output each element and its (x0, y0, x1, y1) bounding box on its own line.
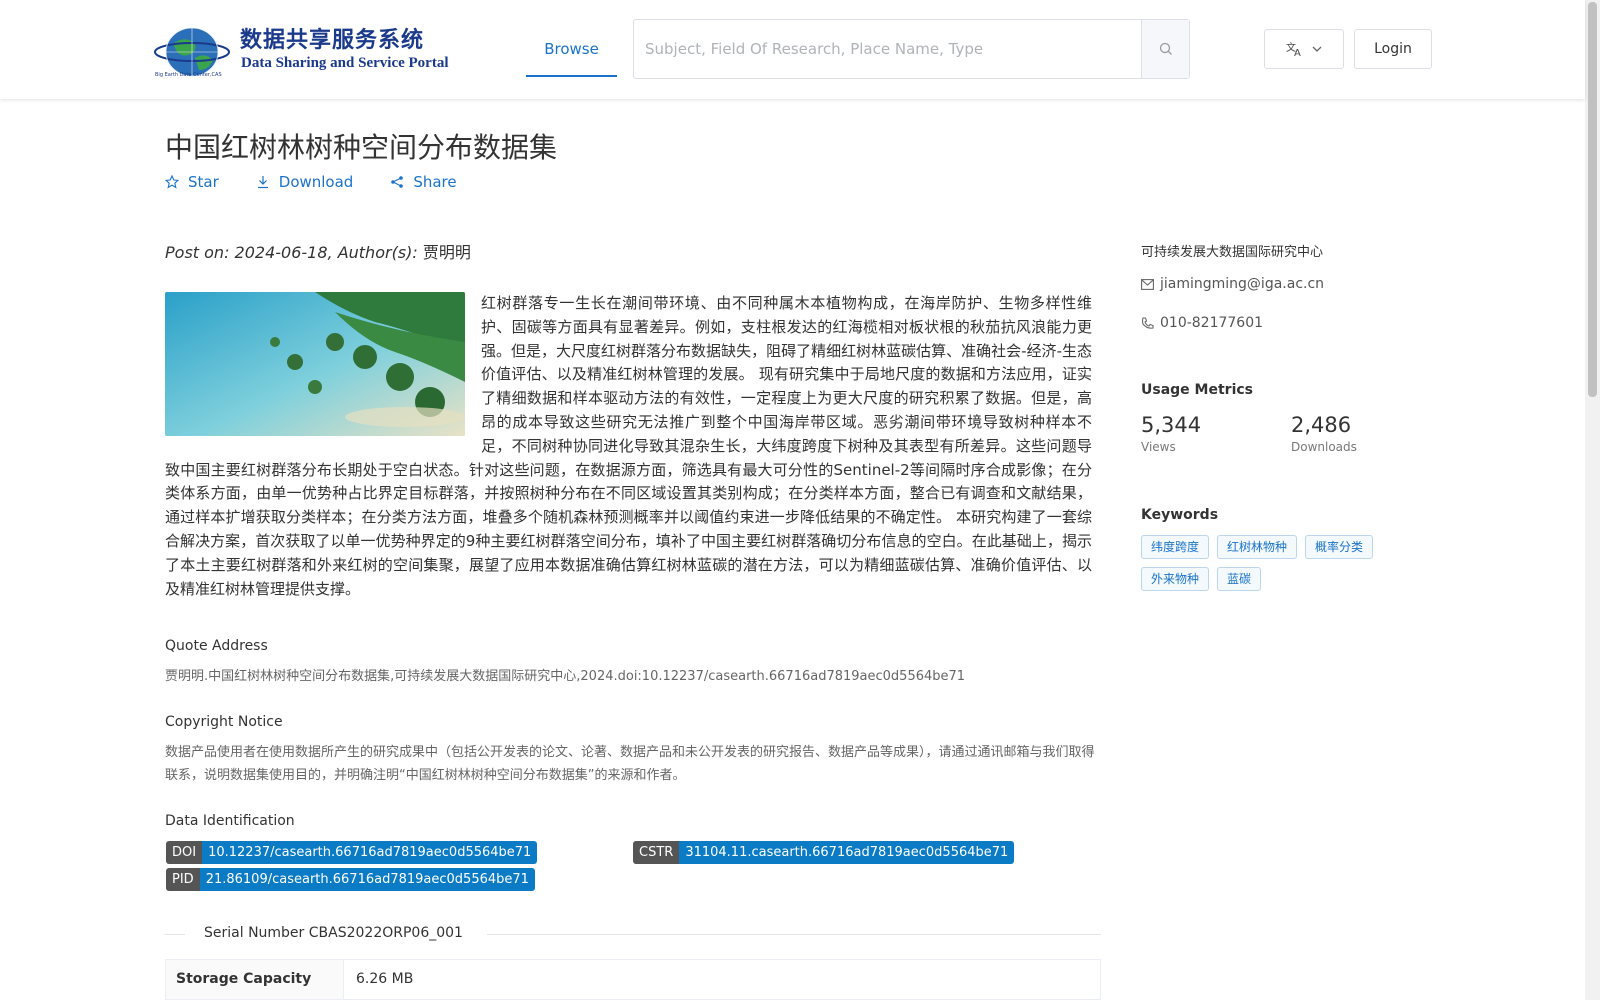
post-info: Post on: 2024-06-18, Author(s): 贾明明 (165, 239, 471, 263)
star-icon (165, 175, 179, 189)
keyword-tag[interactable]: 蓝碳 (1217, 567, 1262, 591)
translate-icon: 文 A (1286, 41, 1301, 57)
download-icon (257, 176, 268, 189)
cstr-key: CSTR (633, 841, 680, 864)
email-text: jiamingming@iga.ac.cn (1160, 276, 1325, 292)
quote-heading: Quote Address (165, 638, 268, 654)
share-label: Share (413, 173, 457, 191)
dataset-actions: Star Download Share (165, 173, 494, 191)
phone-text: 010-82177601 (1160, 315, 1264, 331)
search-input[interactable] (634, 20, 1141, 78)
keyword-tag[interactable]: 纬度跨度 (1141, 535, 1210, 559)
keyword-tag[interactable]: 外来物种 (1141, 567, 1210, 591)
download-label: Download (278, 173, 354, 191)
keyword-tag[interactable]: 红树林物种 (1217, 535, 1298, 559)
top-header: 数据共享服务系统 Data Sharing and Service Portal… (0, 0, 1585, 99)
mail-icon (1141, 278, 1154, 290)
dataset-abstract: 红树群落专一生长在潮间带环境、由不同种属木本植物构成，在海岸防护、生物多样性维护… (165, 292, 1092, 601)
views-label: Views (1141, 440, 1176, 454)
usage-metrics-heading: Usage Metrics (1141, 382, 1253, 398)
storage-row: Storage Capacity 6.26 MB (165, 959, 1101, 1000)
downloads-count: 2,486 (1291, 413, 1352, 437)
serial-divider: Serial Number CBAS2022ORP06_001 (165, 924, 1101, 944)
portal-logo[interactable]: 数据共享服务系统 Data Sharing and Service Portal… (153, 20, 449, 80)
storage-value: 6.26 MB (356, 971, 414, 987)
downloads-label: Downloads (1291, 440, 1357, 454)
svg-text:A: A (1294, 48, 1301, 57)
author-name: 贾明明 (422, 243, 471, 262)
contact-email[interactable]: jiamingming@iga.ac.cn (1141, 276, 1324, 292)
pid-key: PID (166, 868, 200, 891)
views-count: 5,344 (1141, 413, 1202, 437)
chevron-down-icon (1312, 46, 1322, 52)
cstr-value: 31104.11.casearth.66716ad7819aec0d5564be… (679, 841, 1015, 864)
doi-badge[interactable]: DOI 10.12237/casearth.66716ad7819aec0d55… (166, 841, 538, 864)
copyright-heading: Copyright Notice (165, 714, 283, 730)
keyword-tag[interactable]: 概率分类 (1305, 535, 1374, 559)
nav-browse-tab[interactable]: Browse (526, 27, 617, 77)
views-metric: 5,344 Views (1141, 413, 1201, 454)
star-button[interactable]: Star (165, 173, 219, 191)
search-button[interactable] (1141, 20, 1189, 78)
contact-phone: 010-82177601 (1141, 315, 1263, 331)
logo-english-title: Data Sharing and Service Portal (241, 55, 449, 71)
doi-key: DOI (166, 841, 203, 864)
dataset-thumbnail (165, 292, 465, 436)
identification-heading: Data Identification (165, 813, 295, 829)
copyright-text: 数据产品使用者在使用数据所产生的研究成果中（包括公开发表的论文、论著、数据产品和… (165, 745, 1095, 783)
divider-line-left (165, 934, 185, 935)
pid-badge[interactable]: PID 21.86109/casearth.66716ad7819aec0d55… (166, 868, 535, 891)
doi-value: 10.12237/casearth.66716ad7819aec0d5564be… (202, 841, 538, 864)
keywords-heading: Keywords (1141, 507, 1219, 523)
search-icon (1159, 42, 1172, 55)
pid-value: 21.86109/casearth.66716ad7819aec0d5564be… (199, 868, 535, 891)
share-icon (391, 176, 404, 188)
divider-line-right (487, 934, 1101, 935)
mangrove-photo (165, 292, 465, 436)
logo-chinese-title: 数据共享服务系统 (240, 27, 425, 53)
quote-text: 贾明明.中国红树林树种空间分布数据集,可持续发展大数据国际研究中心,2024.d… (165, 669, 966, 684)
download-button[interactable]: Download (256, 173, 354, 191)
post-date-label: Post on: 2024-06-18, Author(s): (165, 243, 423, 262)
page-scrollbar[interactable] (1585, 0, 1600, 1000)
scrollbar-thumb[interactable] (1588, 2, 1597, 397)
serial-number: Serial Number CBAS2022ORP06_001 (204, 925, 463, 941)
language-switch-button[interactable]: 文 A (1264, 29, 1344, 69)
cstr-badge[interactable]: CSTR 31104.11.casearth.66716ad7819aec0d5… (633, 841, 1015, 864)
dataset-title: 中国红树林树种空间分布数据集 (165, 131, 558, 164)
globe-logo-icon (154, 27, 230, 77)
storage-label: Storage Capacity (166, 960, 344, 999)
share-button[interactable]: Share (390, 173, 457, 191)
organization-name: 可持续发展大数据国际研究中心 (1141, 245, 1324, 260)
login-button[interactable]: Login (1354, 29, 1432, 69)
search-bar (633, 19, 1190, 79)
downloads-metric: 2,486 Downloads (1291, 413, 1357, 454)
phone-icon (1141, 316, 1154, 329)
star-label: Star (188, 173, 219, 191)
logo-tagline: Big Earth Data Center,CAS (155, 72, 222, 78)
